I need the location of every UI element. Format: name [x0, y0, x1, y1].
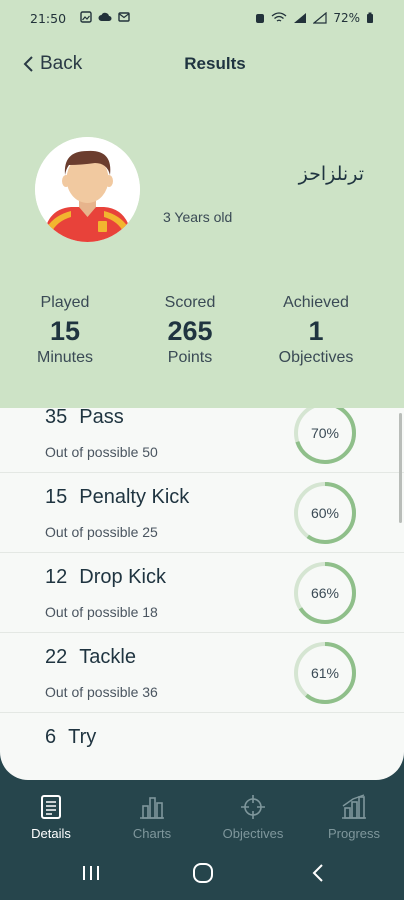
player-name: ترنلزاحز [298, 163, 364, 185]
document-icon [41, 795, 61, 819]
stat-unit: Minutes [36, 349, 94, 366]
results-list[interactable]: 35 Pass Out of possible 50 70% 15 Penalty … [0, 408, 404, 780]
item-name: Pass [79, 408, 124, 428]
back-nav-icon[interactable] [308, 862, 330, 884]
list-item[interactable]: 6 Try [0, 713, 404, 780]
list-item[interactable]: 35 Pass Out of possible 50 70% [0, 408, 404, 473]
tab-label: Charts [132, 826, 172, 841]
player-age: 3 Years old [163, 209, 233, 225]
item-name: Penalty Kick [79, 486, 190, 508]
battery-percent: 72% [333, 11, 360, 25]
progress-ring-label: 60% [310, 505, 340, 521]
item-count: 6 [45, 726, 57, 748]
status-bar: 21:50 72% [0, 0, 404, 36]
avatar [35, 137, 140, 242]
signal-icon-2 [313, 12, 327, 24]
stat-scored: Scored 265 Points [125, 294, 255, 367]
item-name: Try [68, 726, 97, 748]
alarm-icon [256, 14, 265, 23]
status-notification-icons [80, 11, 130, 23]
stat-value: 265 [167, 316, 213, 346]
progress-chart-icon [342, 794, 366, 819]
page-title: Results [184, 54, 246, 73]
item-count: 22 [45, 646, 68, 668]
progress-ring-label: 66% [310, 585, 340, 601]
tab-label: Objectives [222, 826, 284, 841]
stat-label: Achieved [283, 294, 349, 311]
list-item[interactable]: 22 Tackle Out of possible 36 61% [0, 633, 404, 713]
stat-label: Scored [164, 294, 216, 311]
player-avatar-icon [35, 137, 140, 242]
item-title: 22 Tackle [45, 646, 136, 669]
cloud-icon [98, 12, 112, 21]
stat-unit: Objectives [278, 349, 354, 366]
bottom-nav: Details Charts Objectives Progress [0, 780, 404, 852]
list-item[interactable]: 15 Penalty Kick Out of possible 25 60% [0, 473, 404, 553]
item-name: Tackle [79, 646, 136, 668]
item-title: 6 Try [45, 726, 96, 749]
system-nav-bar [0, 852, 404, 900]
stat-label: Played [40, 294, 90, 311]
target-icon [241, 795, 265, 819]
mail-icon [118, 12, 130, 22]
stat-played: Played 15 Minutes [0, 294, 130, 367]
home-icon[interactable] [192, 862, 214, 884]
item-count: 35 [45, 408, 68, 428]
item-name: Drop Kick [79, 566, 166, 588]
stat-achieved: Achieved 1 Objectives [251, 294, 381, 367]
tab-charts[interactable]: Charts [107, 794, 197, 841]
stat-value: 15 [49, 316, 81, 346]
bar-chart-icon [140, 797, 164, 819]
tab-progress[interactable]: Progress [309, 794, 399, 841]
list-item[interactable]: 12 Drop Kick Out of possible 18 66% [0, 553, 404, 633]
progress-ring-label: 61% [310, 665, 340, 681]
item-title: 15 Penalty Kick [45, 486, 189, 509]
battery-icon [367, 12, 373, 23]
wifi-icon [271, 12, 287, 22]
item-title: 12 Drop Kick [45, 566, 166, 589]
tab-label: Details [31, 826, 71, 841]
results-list-scroll: 35 Pass Out of possible 50 70% 15 Penalty … [0, 408, 404, 780]
stat-unit: Points [167, 349, 213, 366]
recent-apps-icon[interactable] [80, 862, 102, 884]
item-title: 35 Pass [45, 408, 124, 429]
tab-label: Progress [327, 826, 381, 841]
item-subtitle: Out of possible 25 [45, 524, 158, 540]
scrollbar[interactable] [399, 413, 402, 523]
gallery-icon [80, 11, 92, 23]
stat-value: 1 [308, 316, 324, 346]
results-header: Back Results ترنلزاحز 3 Years old Played… [0, 36, 404, 408]
item-subtitle: Out of possible 36 [45, 684, 158, 700]
tab-details[interactable]: Details [6, 794, 96, 841]
status-time: 21:50 [30, 11, 67, 26]
progress-ring-label: 70% [310, 425, 340, 441]
item-subtitle: Out of possible 50 [45, 444, 158, 460]
item-count: 15 [45, 486, 68, 508]
item-subtitle: Out of possible 18 [45, 604, 158, 620]
signal-icon [294, 13, 307, 23]
item-count: 12 [45, 566, 68, 588]
tab-objectives[interactable]: Objectives [208, 794, 298, 841]
status-system-icons: 72% [255, 11, 374, 25]
